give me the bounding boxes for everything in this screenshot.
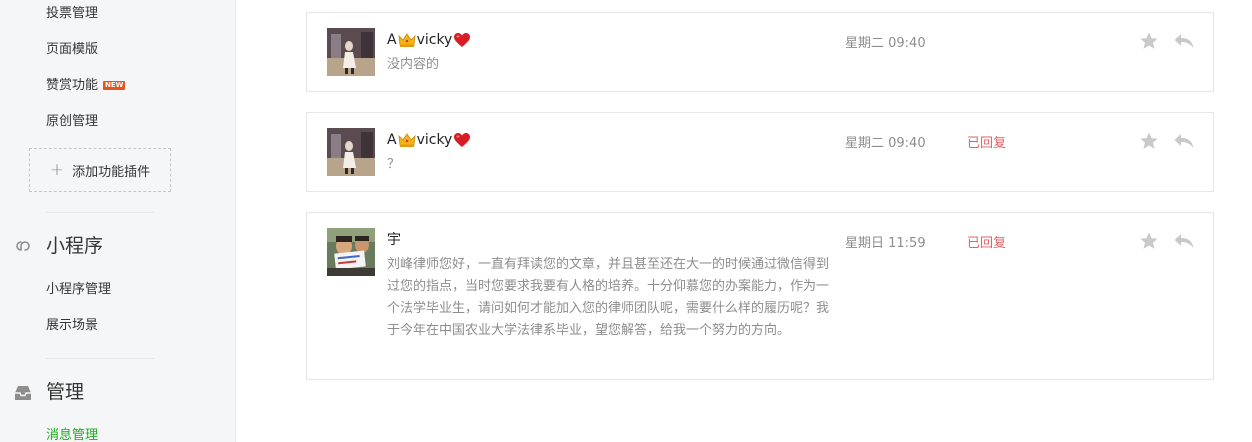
crown-emoji (398, 133, 416, 147)
avatar[interactable] (327, 128, 375, 176)
star-icon[interactable] (1139, 131, 1159, 151)
manage-section-title: 管理 (46, 381, 85, 403)
sidebar-item-display-scenes[interactable]: 展示场景 (46, 317, 98, 335)
sidebar-item-label: 消息管理 (46, 428, 99, 442)
heart-emoji (454, 133, 471, 147)
sidebar-item-page-templates[interactable]: 页面模版 (46, 41, 98, 59)
message-list: A vicky 没内容的 星期二 09:40 A vicky ？ 星期二 09:… (236, 0, 1252, 442)
sidebar-item-label: 展示场景 (46, 318, 99, 333)
sidebar-item-label: 赞赏功能 (46, 78, 99, 93)
add-plugin-label: 添加功能插件 (72, 164, 151, 180)
message-content: 没内容的 (387, 57, 440, 72)
inbox-icon (15, 386, 31, 400)
sidebar-item-label: 小程序管理 (46, 282, 112, 297)
crown-emoji (398, 33, 416, 47)
message-time: 星期日 11:59 (845, 236, 926, 251)
reply-status: 已回复 (967, 136, 1007, 151)
sidebar-item-label: 页面模版 (46, 42, 99, 57)
sidebar: 投票管理 页面模版 赞赏功能 NEW 原创管理 + 添加功能插件 小程序 小程序管… (0, 0, 236, 442)
message-time: 星期二 09:40 (845, 136, 926, 151)
reply-icon[interactable] (1173, 131, 1195, 151)
new-badge: NEW (103, 81, 126, 90)
message-content: ？ (387, 157, 401, 172)
star-icon[interactable] (1139, 31, 1159, 51)
sender-nickname: 宇 (387, 232, 401, 248)
sidebar-item-miniprogram-management[interactable]: 小程序管理 (46, 281, 111, 299)
avatar[interactable] (327, 228, 375, 276)
plus-icon: + (49, 159, 65, 180)
avatar[interactable] (327, 28, 375, 76)
message-item: A vicky 没内容的 星期二 09:40 (306, 12, 1214, 92)
sender-nickname: A vicky (387, 130, 471, 150)
heart-emoji (454, 33, 471, 47)
reply-icon[interactable] (1173, 231, 1195, 251)
sidebar-item-original-management[interactable]: 原创管理 (46, 113, 98, 131)
message-item: 宇 刘峰律师您好，一直有拜读您的文章，并且甚至还在大一的时候通过微信得到过您的指… (306, 212, 1214, 380)
sidebar-divider (46, 212, 154, 213)
sidebar-divider (46, 358, 154, 359)
sidebar-item-message-management[interactable]: 消息管理 (46, 427, 98, 442)
sidebar-item-vote-management[interactable]: 投票管理 (46, 5, 98, 23)
add-plugin-button[interactable]: + 添加功能插件 (29, 148, 171, 192)
sidebar-item-label: 原创管理 (46, 114, 99, 129)
miniprogram-icon (16, 241, 30, 251)
sidebar-item-appreciation[interactable]: 赞赏功能 NEW (46, 77, 126, 95)
message-content: 刘峰律师您好，一直有拜读您的文章，并且甚至还在大一的时候通过微信得到过您的指点，… (387, 257, 830, 338)
sender-nickname: A vicky (387, 30, 471, 50)
star-icon[interactable] (1139, 231, 1159, 251)
message-item: A vicky ？ 星期二 09:40 已回复 (306, 112, 1214, 192)
message-time: 星期二 09:40 (845, 36, 926, 51)
miniprogram-section-title: 小程序 (46, 235, 104, 257)
reply-icon[interactable] (1173, 31, 1195, 51)
reply-status: 已回复 (967, 236, 1007, 251)
sidebar-item-label: 投票管理 (46, 6, 99, 21)
